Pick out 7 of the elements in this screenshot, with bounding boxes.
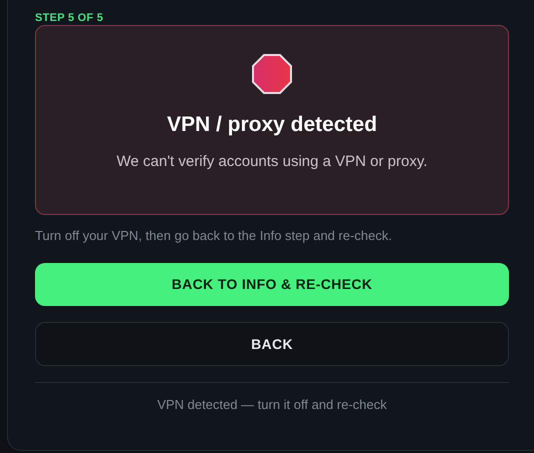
- alert-message: We can't verify accounts using a VPN or proxy.: [116, 152, 428, 172]
- status-text: VPN detected — turn it off and re-check: [157, 396, 387, 414]
- hint-text: Turn off your VPN, then go back to the Info step and re-check.: [35, 227, 392, 245]
- recheck-button[interactable]: BACK TO INFO & RE-CHECK: [35, 263, 509, 306]
- back-button[interactable]: BACK: [35, 322, 509, 366]
- step-label: STEP 5 OF 5: [35, 11, 104, 25]
- alert-title: VPN / proxy detected: [166, 112, 378, 138]
